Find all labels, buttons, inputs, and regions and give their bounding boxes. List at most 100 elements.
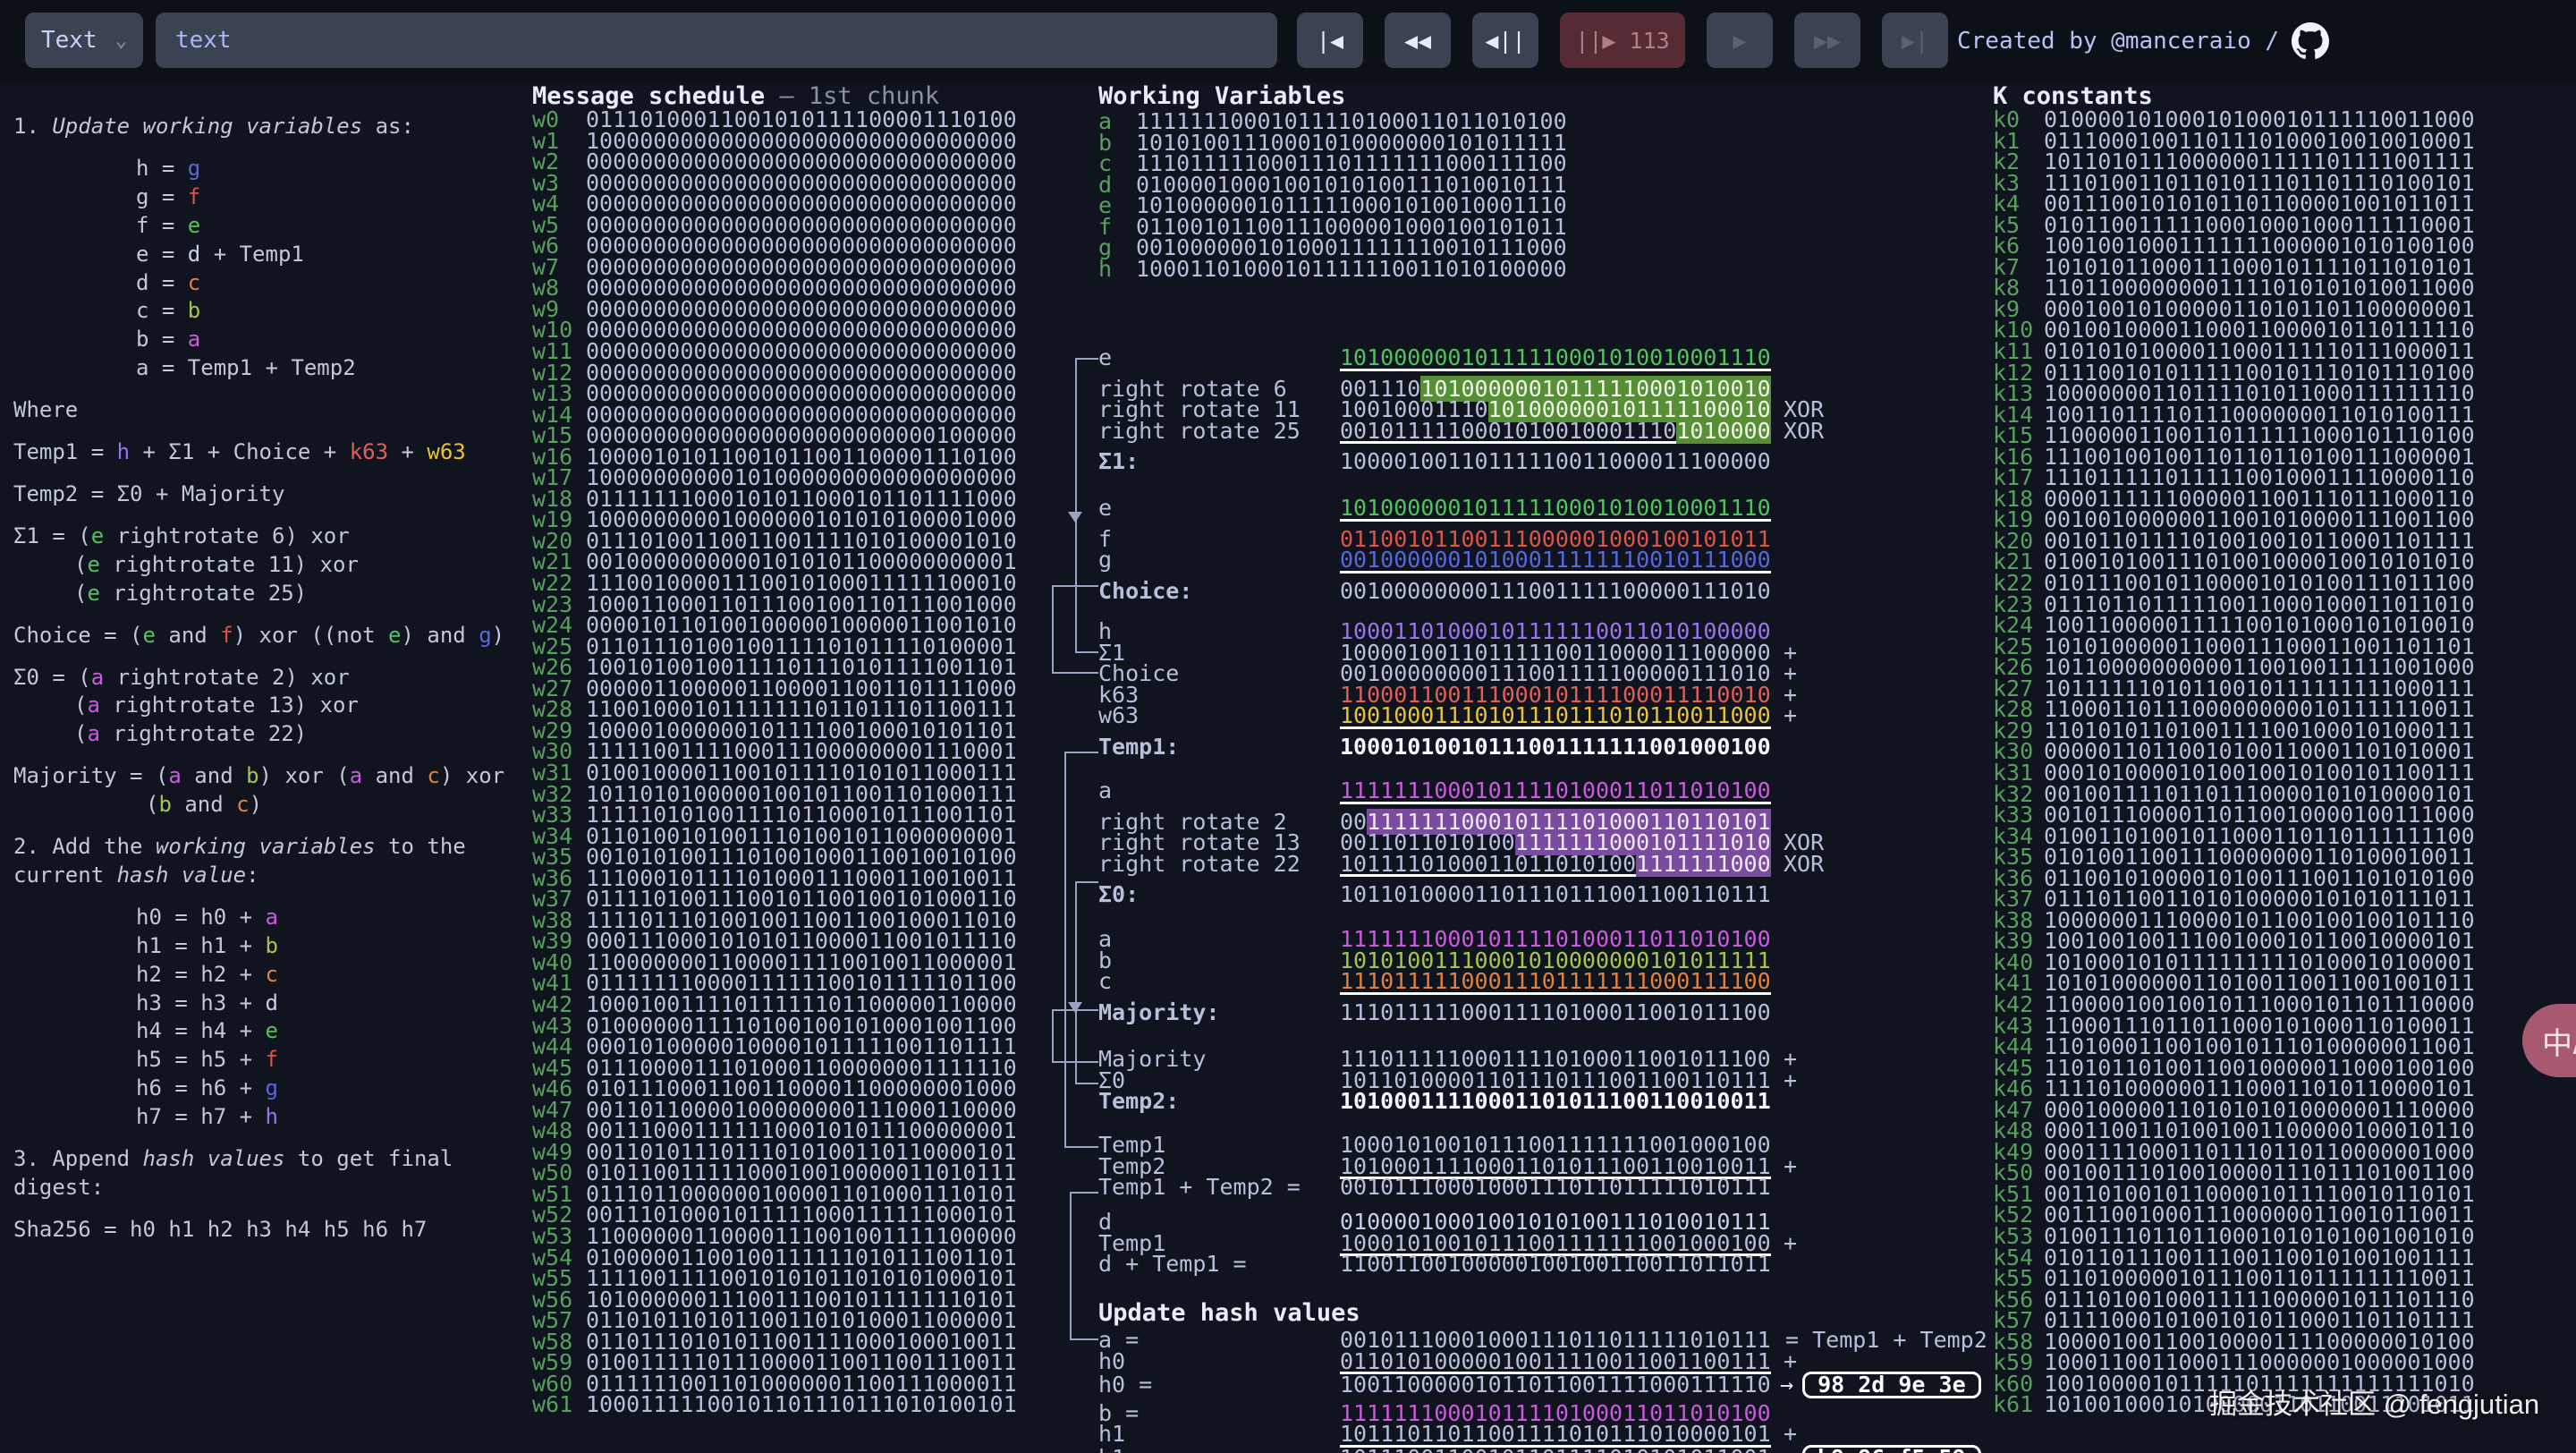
- tree-line: [1070, 1192, 1072, 1340]
- instruction-line: Σ0 = (a rightrotate 2) xor: [13, 664, 528, 693]
- tree-line: [1075, 651, 1098, 653]
- trace-row: Σ0:10110100001101110111001100110111: [1098, 884, 2082, 905]
- hash-byte-box: b9 96 f5 59: [1802, 1445, 1981, 1453]
- rewind-button[interactable]: ◀◀: [1385, 13, 1451, 68]
- trace-row: a11111110001011110100011011010100: [1098, 929, 2082, 950]
- trace-row: w6310010001110101110111010110011000+: [1098, 705, 2082, 726]
- message-input-value: text: [175, 27, 232, 54]
- message-input[interactable]: text: [156, 13, 1277, 68]
- tree-line: [1075, 358, 1077, 653]
- toolbar: Text ⌄ text |◀◀◀◀||||▶ 113▶▶▶▶| Created …: [0, 0, 2576, 82]
- play-button: ▶: [1707, 13, 1773, 68]
- instruction-line: (a rightrotate 22): [13, 720, 528, 749]
- trace-row: e10100000010111110001010010001110: [1098, 497, 2082, 519]
- trace-row: Temp110001010010111001111111001000100: [1098, 1134, 2082, 1156]
- working-variable-row: h10001101000101111110011010100000: [1098, 259, 1567, 280]
- trace-row: a =00101110001000111011011111010111= Tem…: [1098, 1330, 2082, 1351]
- instruction-line: (b and c): [13, 791, 528, 820]
- tree-line: [1052, 1009, 1098, 1011]
- instruction-line: 2. Add the working variables to the: [13, 833, 528, 862]
- instruction-line: Where: [13, 396, 528, 425]
- watermark: 掘金技术社区 @ fengjutian: [2209, 1381, 2539, 1422]
- instruction-line: digest:: [13, 1174, 528, 1202]
- tree-arrow: [1068, 512, 1082, 523]
- trace-row: right rotate 221011110100011011010100111…: [1098, 854, 2082, 875]
- trace-row: c11101111100011101111111000111100: [1098, 971, 2082, 992]
- instruction-line: h5 = h5 + f: [13, 1046, 528, 1075]
- pause-button[interactable]: ||▶ 113: [1560, 13, 1685, 68]
- translate-badge[interactable]: 中A: [2522, 1004, 2576, 1077]
- tree-line: [1052, 1061, 1098, 1063]
- trace-row: h0 =10011000001011011001111000111110→98 …: [1098, 1372, 2082, 1393]
- trace-row: a11111110001011110100011011010100: [1098, 780, 2082, 802]
- instruction-line: Temp2 = Σ0 + Majority: [13, 480, 528, 509]
- tree-line: [1064, 1146, 1098, 1148]
- instruction-line: 1. Update working variables as:: [13, 113, 528, 141]
- trace-row: g00100000010100011111110010111000: [1098, 549, 2082, 571]
- temp1-temp2-sum-block: Temp110001010010111001111111001000100Tem…: [1098, 1134, 2082, 1198]
- tree-line: [1075, 1083, 1098, 1084]
- hash-byte-box: 98 2d 9e 3e: [1802, 1372, 1981, 1398]
- instruction-line: (e rightrotate 25): [13, 580, 528, 608]
- instruction-line: Sha256 = h0 h1 h2 h3 h4 h5 h6 h7: [13, 1216, 528, 1245]
- working-variables-list: a11111110001011110100011011010100b101010…: [1098, 111, 1567, 279]
- skip-start-button[interactable]: |◀: [1297, 13, 1363, 68]
- instruction-line: h3 = h3 + d: [13, 990, 528, 1018]
- instruction-line: e = d + Temp1: [13, 241, 528, 269]
- instruction-line: c = b: [13, 297, 528, 326]
- algorithm-instructions: 1. Update working variables as: h = gg = …: [13, 113, 528, 1245]
- trace-row: Majority:1110111110001111010001100101110…: [1098, 1002, 2082, 1024]
- instruction-line: current hash value:: [13, 862, 528, 890]
- instruction-line: Choice = (e and f) xor ((not e) and g): [13, 622, 528, 650]
- trace-row: Choice:00100000000111001111100000111010: [1098, 581, 2082, 602]
- trace-row: Temp1:10001010010111001111111001000100: [1098, 736, 2082, 758]
- instruction-line: g = f: [13, 183, 528, 212]
- chevron-down-icon: ⌄: [115, 30, 127, 52]
- tree-line: [1075, 881, 1098, 883]
- instruction-line: Majority = (a and b) xor (a and c) xor: [13, 762, 528, 791]
- instruction-line: (e rightrotate 11) xor: [13, 551, 528, 580]
- github-icon[interactable]: [2292, 22, 2329, 60]
- trace-row: h10001101000101111110011010100000: [1098, 621, 2082, 642]
- select-value: Text: [41, 27, 97, 54]
- tree-arrow: [1068, 1002, 1082, 1013]
- input-type-select[interactable]: Text ⌄: [25, 13, 143, 68]
- sigma0-block: a11111110001011110100011011010100 right r…: [1098, 780, 2082, 905]
- instruction-line: h4 = h4 + e: [13, 1017, 528, 1046]
- tree-line: [1064, 752, 1098, 753]
- trace-row: right rotate 130011011010100111111100010…: [1098, 832, 2082, 854]
- d-temp1-sum-block: d01000010001001010100111010010111Temp110…: [1098, 1211, 2082, 1275]
- message-schedule-list: w001110100011001010111100001110100w11000…: [532, 109, 1017, 1415]
- instruction-line: h0 = h0 + a: [13, 904, 528, 932]
- tree-line: [1052, 672, 1098, 674]
- tree-line: [1075, 881, 1077, 1083]
- trace-row: h110111011011001111010111010000101+: [1098, 1423, 2082, 1445]
- translate-icon: 中A: [2542, 1019, 2576, 1063]
- majority-block: a11111110001011110100011011010100b101010…: [1098, 929, 2082, 1023]
- trace-row: right rotate 111001000111010100000010111…: [1098, 399, 2082, 421]
- instruction-line: h7 = h7 + h: [13, 1103, 528, 1132]
- credit-text: Created by @manceraio /: [1957, 28, 2279, 55]
- trace-row: h001101010000010011110011001100111+: [1098, 1351, 2082, 1372]
- tree-line: [1052, 585, 1054, 672]
- trace-row: d01000010001001010100111010010111: [1098, 1211, 2082, 1233]
- instruction-line: 3. Append hash values to get final: [13, 1145, 528, 1174]
- temp1-block: h10001101000101111110011010100000Σ110000…: [1098, 621, 2082, 757]
- skip-end-button: ▶|: [1882, 13, 1948, 68]
- update-hash-header: Update hash values: [1098, 1299, 2082, 1330]
- tree-line: [1075, 358, 1098, 360]
- trace-row: right rotate 250010111110001010010001110…: [1098, 421, 2082, 442]
- instruction-line: h = g: [13, 155, 528, 183]
- trace-row: d + Temp1 =11001100100000100100110011011…: [1098, 1253, 2082, 1275]
- instruction-line: Σ1 = (e rightrotate 6) xor: [13, 523, 528, 551]
- credit[interactable]: Created by @manceraio /: [1957, 0, 2329, 82]
- step-back-button[interactable]: ◀||: [1472, 13, 1538, 68]
- k-constants-list: k001000010100010100010111110011000k10111…: [1993, 109, 2475, 1415]
- fast-forward-button: ▶▶: [1794, 13, 1860, 68]
- trace-row: h1 =10111001100101101111010101011001→b9 …: [1098, 1445, 2082, 1453]
- tree-line: [1070, 1338, 1098, 1340]
- instruction-line: h6 = h6 + g: [13, 1075, 528, 1103]
- trace-row: Σ1:10000100110111110011000011100000: [1098, 451, 2082, 472]
- schedule-row: w6110001111100101101110111010100101: [532, 1394, 1017, 1415]
- instruction-line: b = a: [13, 326, 528, 354]
